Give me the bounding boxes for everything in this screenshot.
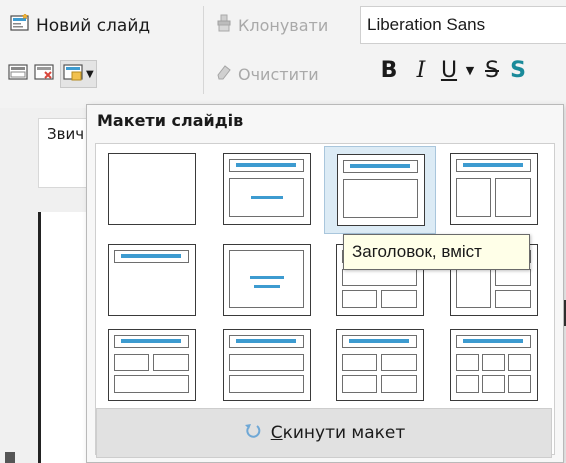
bold-button[interactable]: B	[372, 58, 406, 83]
strikethrough-button[interactable]: S	[478, 58, 506, 83]
layout-thumbnail	[108, 329, 196, 401]
slide-layout-dropdown[interactable]: ▼	[60, 60, 97, 88]
slide-thumbnail-edge[interactable]	[38, 212, 91, 463]
layout-thumbnail	[108, 153, 196, 225]
slide-layout-icon[interactable]	[8, 63, 28, 85]
tooltip-text: Заголовок, вміст	[352, 242, 482, 261]
shadow-button[interactable]: S	[506, 58, 530, 83]
layout-thumbnail	[223, 329, 311, 401]
layout-title-slide[interactable]	[211, 146, 323, 234]
layout-thumbnail	[108, 244, 196, 316]
layout-title-only[interactable]	[96, 237, 208, 325]
new-slide-button[interactable]: Новий слайд	[10, 12, 151, 37]
new-slide-icon	[10, 12, 30, 37]
clear-label: Очистити	[238, 64, 319, 84]
underline-dropdown-icon[interactable]: ▼	[462, 64, 478, 77]
reset-layout-button[interactable]: Скинути макет	[96, 408, 552, 458]
delete-slide-icon[interactable]	[34, 63, 54, 85]
toolbar-separator	[203, 6, 204, 94]
slide-layout-dropdown-icon	[63, 63, 83, 85]
scroll-marker	[5, 452, 15, 463]
layout-content-over-content[interactable]	[211, 322, 323, 410]
underline-button[interactable]: U	[436, 58, 462, 83]
clear-formatting-button[interactable]: Очистити	[216, 64, 319, 84]
italic-button[interactable]: I	[406, 58, 436, 83]
font-name-input[interactable]: Liberation Sans	[360, 6, 566, 44]
layout-2-content-over-content[interactable]	[96, 322, 208, 410]
clone-label: Клонувати	[238, 15, 329, 35]
new-slide-label: Новий слайд	[36, 15, 151, 36]
font-name-value: Liberation Sans	[367, 15, 486, 34]
layout-thumbnail	[337, 154, 425, 226]
slide-action-icons: ▼	[8, 60, 97, 88]
clone-formatting-button[interactable]: Клонувати	[216, 14, 328, 36]
layout-thumbnail	[450, 329, 538, 401]
layout-title-2-content[interactable]	[438, 146, 550, 234]
layout-title-content[interactable]	[324, 146, 436, 234]
text-format-controls: B I U ▼ S S	[372, 58, 530, 83]
eraser-icon	[216, 64, 232, 84]
reset-icon	[243, 422, 263, 445]
popup-title: Макети слайдів	[97, 111, 244, 130]
reset-layout-label: Скинути макет	[270, 423, 406, 443]
layout-centered-text[interactable]	[211, 237, 323, 325]
layout-thumbnail	[223, 244, 311, 316]
layout-blank[interactable]	[96, 146, 208, 234]
layout-4-content[interactable]	[324, 322, 436, 410]
toolbar: Новий слайд Клонувати Liberation Sans ▼ …	[0, 0, 566, 108]
layout-6-content[interactable]	[438, 322, 550, 410]
layout-tooltip: Заголовок, вміст	[343, 234, 530, 270]
paintbrush-icon	[216, 14, 232, 36]
master-tab-label: Звич	[47, 125, 85, 143]
chevron-down-icon: ▼	[86, 68, 94, 80]
layout-thumbnail	[450, 153, 538, 225]
layout-thumbnail	[336, 329, 424, 401]
layout-thumbnail	[223, 153, 311, 225]
